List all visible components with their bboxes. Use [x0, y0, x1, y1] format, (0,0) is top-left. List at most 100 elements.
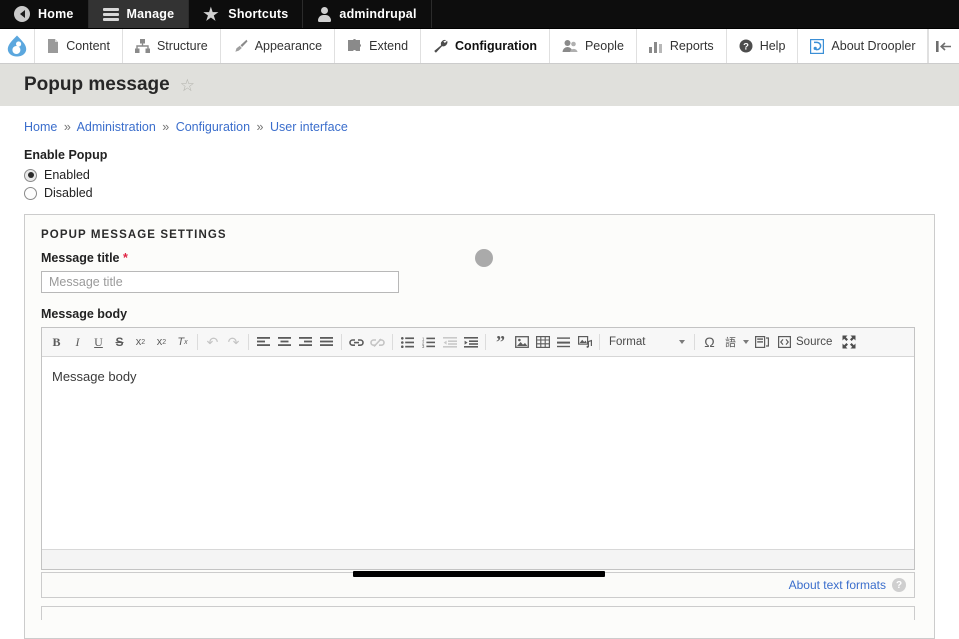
- outdent-icon[interactable]: [439, 332, 460, 353]
- templates-icon[interactable]: [751, 332, 772, 353]
- radio-enabled[interactable]: Enabled: [24, 168, 935, 182]
- message-body-textarea[interactable]: Message body: [42, 357, 914, 549]
- svg-text:?: ?: [743, 42, 749, 53]
- superscript-icon[interactable]: x2: [130, 332, 151, 353]
- unlink-icon[interactable]: [367, 332, 388, 353]
- question-circle-icon: ?: [739, 39, 753, 53]
- media-icon[interactable]: [574, 332, 595, 353]
- message-title-label: Message title *: [41, 251, 918, 265]
- breadcrumb-separator: »: [256, 120, 264, 134]
- admin-menu-item-configuration[interactable]: Configuration: [421, 29, 550, 63]
- toolbar-separator: [392, 334, 393, 350]
- source-button[interactable]: Source: [772, 332, 838, 353]
- blockquote-icon[interactable]: ”: [490, 332, 511, 353]
- about-text-formats-link[interactable]: About text formats: [789, 578, 886, 592]
- language-icon[interactable]: 語: [720, 332, 741, 353]
- admin-menu-item-people-label: People: [584, 39, 624, 53]
- redo-icon[interactable]: ↷: [223, 332, 244, 353]
- drupal-droplet-icon[interactable]: [0, 29, 36, 63]
- undo-icon[interactable]: ↶: [202, 332, 223, 353]
- toolbar-top-filler: [432, 0, 959, 28]
- format-select[interactable]: Format: [604, 332, 690, 352]
- breadcrumb-item-user-interface[interactable]: User interface: [270, 120, 348, 134]
- toolbar-tab-home-label: Home: [38, 7, 74, 21]
- align-center-icon[interactable]: [274, 332, 295, 353]
- toolbar-tab-manage[interactable]: Manage: [88, 0, 190, 28]
- svg-text:3: 3: [422, 344, 425, 348]
- bulleted-list-icon[interactable]: [397, 332, 418, 353]
- admin-menu-item-appearance[interactable]: Appearance: [221, 29, 336, 63]
- toolbar-separator: [248, 334, 249, 350]
- breadcrumb-item-home[interactable]: Home: [24, 120, 57, 134]
- star-icon: ★: [203, 4, 219, 24]
- collapse-toolbar-icon[interactable]: [929, 29, 959, 63]
- horizontal-rule-icon[interactable]: [553, 332, 574, 353]
- message-body-label: Message body: [41, 307, 128, 321]
- toolbar-tab-user[interactable]: admindrupal: [303, 0, 432, 28]
- enable-popup-label: Enable Popup: [24, 148, 108, 162]
- bold-icon[interactable]: B: [46, 332, 67, 353]
- table-icon[interactable]: [532, 332, 553, 353]
- image-icon[interactable]: [511, 332, 532, 353]
- radio-disabled-control[interactable]: [24, 186, 37, 200]
- question-mark-icon[interactable]: ?: [892, 578, 906, 592]
- breadcrumb-item-administration[interactable]: Administration: [77, 120, 156, 134]
- strikethrough-icon[interactable]: S: [109, 332, 130, 353]
- breadcrumb-item-configuration[interactable]: Configuration: [176, 120, 250, 134]
- align-right-icon[interactable]: [295, 332, 316, 353]
- admin-menu-item-reports[interactable]: Reports: [637, 29, 727, 63]
- admin-menu-item-extend[interactable]: Extend: [335, 29, 422, 63]
- chevron-down-icon: [679, 340, 685, 344]
- underline-icon[interactable]: U: [88, 332, 109, 353]
- admin-menu-item-people[interactable]: People: [550, 29, 637, 63]
- admin-menu-item-extend-label: Extend: [369, 39, 409, 53]
- file-icon: [47, 39, 59, 53]
- admin-menu-item-about-droopler[interactable]: About Droopler: [798, 29, 929, 63]
- indent-icon[interactable]: [460, 332, 481, 353]
- toolbar-separator: [197, 334, 198, 350]
- admin-menu-item-appearance-label: Appearance: [254, 39, 323, 53]
- justify-icon[interactable]: [316, 332, 337, 353]
- admin-menu-item-structure-label: Structure: [156, 39, 208, 53]
- link-icon[interactable]: [346, 332, 367, 353]
- puzzle-icon: [347, 39, 362, 53]
- toolbar-tab-home[interactable]: Home: [0, 0, 89, 28]
- message-body-editor: B I U S x2 x2 Tx ↶ ↷ 1 2 3 ” Format Ω 語 …: [41, 327, 915, 570]
- align-left-icon[interactable]: [253, 332, 274, 353]
- toolbar-separator: [341, 334, 342, 350]
- radio-enabled-label: Enabled: [44, 168, 90, 182]
- admin-menu-item-structure[interactable]: Structure: [123, 29, 221, 63]
- subscript-icon[interactable]: x2: [151, 332, 172, 353]
- admin-menu-item-help[interactable]: ? Help: [727, 29, 799, 63]
- message-body-placeholder: Message body: [52, 369, 137, 384]
- maximize-icon[interactable]: [838, 332, 859, 353]
- hamburger-icon: [102, 7, 119, 21]
- radio-disabled[interactable]: Disabled: [24, 186, 935, 200]
- toolbar-tab-shortcuts[interactable]: ★ Shortcuts: [189, 0, 304, 28]
- people-icon: [562, 39, 578, 53]
- message-title-input[interactable]: [41, 271, 399, 293]
- toolbar-separator: [694, 334, 695, 350]
- special-character-icon[interactable]: Ω: [699, 332, 720, 353]
- radio-enabled-control[interactable]: [24, 168, 37, 182]
- toolbar-tab-shortcuts-label: Shortcuts: [228, 7, 289, 21]
- chevron-down-icon[interactable]: [741, 332, 751, 353]
- italic-icon[interactable]: I: [67, 332, 88, 353]
- admin-menu-item-content[interactable]: Content: [35, 29, 123, 63]
- editor-statusbar: [42, 549, 914, 569]
- paintbrush-icon: [233, 39, 248, 53]
- sitemap-icon: [134, 39, 150, 53]
- admin-menu-item-content-label: Content: [66, 39, 110, 53]
- editor-toolbar: B I U S x2 x2 Tx ↶ ↷ 1 2 3 ” Format Ω 語 …: [42, 328, 914, 357]
- admin-toolbar-top: Home Manage ★ Shortcuts admindrupal: [0, 0, 959, 29]
- numbered-list-icon[interactable]: 123: [418, 332, 439, 353]
- toolbar-separator: [599, 334, 600, 350]
- breadcrumb: Home » Administration » Configuration » …: [0, 106, 959, 134]
- remove-format-icon[interactable]: Tx: [172, 332, 193, 353]
- page-title: Popup message: [24, 74, 170, 95]
- star-outline-icon[interactable]: ☆: [180, 77, 195, 94]
- source-button-label: Source: [796, 336, 833, 348]
- toolbar-tab-user-label: admindrupal: [339, 7, 417, 21]
- wrench-icon: [433, 39, 448, 53]
- horizontal-scrollbar-thumb[interactable]: [353, 571, 605, 577]
